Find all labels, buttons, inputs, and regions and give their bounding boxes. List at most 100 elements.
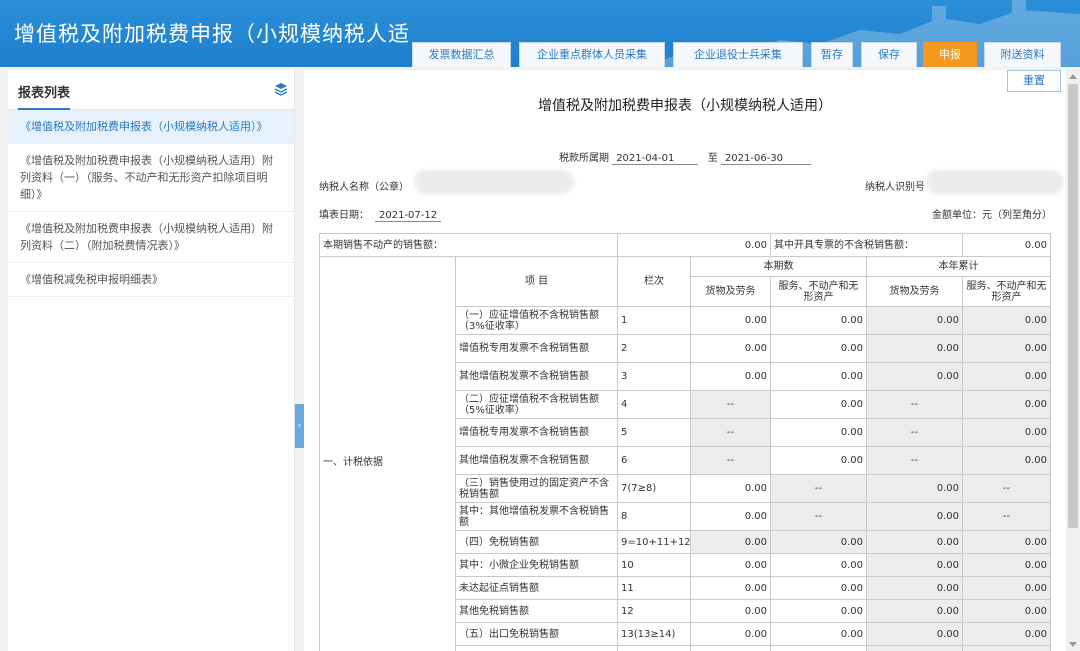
row-item: （四）免税销售额: [455, 530, 618, 554]
row-cell[interactable]: 0.00: [689, 306, 772, 335]
row-col: 13(13≥14): [617, 622, 691, 646]
taxpayer-name-label: 纳税人名称（公章）: [319, 182, 409, 193]
row-cell[interactable]: 0.00: [689, 362, 772, 391]
row-item: 增值税专用发票不含税销售额: [455, 334, 618, 363]
fill-date: 填表日期： 2021-07-12: [319, 206, 442, 222]
row-cell: 0.00: [962, 418, 1052, 447]
row-cell[interactable]: 0.00: [689, 474, 772, 503]
row-item: 其他免税销售额: [455, 599, 618, 623]
row-cell[interactable]: 0.00: [689, 553, 772, 577]
row-cell: --: [689, 390, 772, 419]
fill-date-label: 填表日期：: [319, 210, 369, 221]
row-col: 4: [617, 390, 691, 419]
report-sidebar: 报表列表 《增值税及附加税费申报表（小规模纳税人适用）》 《增值税及附加税费申报…: [8, 70, 295, 651]
header-services-ytd: 服务、不动产和无形资产: [962, 276, 1052, 307]
row-cell[interactable]: 0.00: [770, 622, 868, 646]
row-col: 8: [617, 502, 691, 531]
row-cell: 0.00: [866, 362, 964, 391]
table-header-row: 一、计税依据 项 目 栏次 本期数 本年累计: [319, 256, 1052, 651]
tab-key-group-collection[interactable]: 企业重点群体人员采集: [519, 42, 665, 67]
sidebar-header: 报表列表: [8, 70, 294, 110]
row-item: （一）应征增值税不含税销售额（3%征收率）: [455, 306, 618, 335]
temp-save-button[interactable]: 暂存: [811, 42, 853, 67]
tab-veteran-collection[interactable]: 企业退役士兵采集: [673, 42, 803, 67]
row-cell[interactable]: 0.00: [770, 553, 868, 577]
row-cell[interactable]: 0.00: [770, 390, 868, 419]
row-col: 1: [617, 306, 691, 335]
row-cell: 0.00: [962, 576, 1052, 600]
row-cell[interactable]: 0.00: [770, 599, 868, 623]
row-cell: 0.00: [962, 553, 1052, 577]
top-right-value[interactable]: 0.00: [962, 233, 1052, 257]
taxpayer-id-label: 纳税人识别号: [865, 182, 925, 193]
row-cell: 0.00: [866, 474, 964, 503]
vertical-scrollbar[interactable]: [1066, 70, 1080, 651]
row-cell: 0.00: [962, 334, 1052, 363]
row-cell[interactable]: 0.00: [770, 418, 868, 447]
form-title: 增值税及附加税费申报表（小规模纳税人适用）: [538, 98, 832, 114]
sidebar-item-exemption-detail[interactable]: 《增值税减免税申报明细表》: [8, 263, 294, 297]
tab-invoice-summary[interactable]: 发票数据汇总: [412, 42, 511, 67]
row-cell[interactable]: 0.00: [689, 576, 772, 600]
collapse-sidebar-handle[interactable]: ‹: [295, 404, 304, 448]
row-cell: 0.00: [962, 362, 1052, 391]
row-cell[interactable]: 0.00: [689, 502, 772, 531]
row-cell: --: [962, 502, 1052, 531]
row-cell[interactable]: 0.00: [689, 599, 772, 623]
row-cell: --: [770, 474, 868, 503]
header-services-current: 服务、不动产和无形资产: [770, 276, 868, 307]
row-item: 其中：小微企业免税销售额: [455, 553, 618, 577]
sidebar-item-main-return[interactable]: 《增值税及附加税费申报表（小规模纳税人适用）》: [8, 110, 294, 144]
scroll-up-icon[interactable]: [1069, 74, 1077, 79]
row-cell: --: [689, 418, 772, 447]
row-cell: 0.00: [962, 530, 1052, 554]
sidebar-item-schedule-1[interactable]: 《增值税及附加税费申报表（小规模纳税人适用）附列资料（一）（服务、不动产和无形资…: [8, 144, 294, 212]
row-cell[interactable]: 0.00: [770, 334, 868, 363]
attachments-button[interactable]: 附送资料: [984, 42, 1061, 67]
reset-button[interactable]: 重置: [1007, 70, 1061, 92]
scroll-down-icon[interactable]: [1069, 642, 1077, 647]
header-ytd: 本年累计: [866, 256, 1052, 277]
sidebar-item-schedule-2[interactable]: 《增值税及附加税费申报表（小规模纳税人适用）附列资料（二）（附加税费情况表）》: [8, 212, 294, 263]
layers-icon[interactable]: [274, 82, 288, 96]
fill-date-value: 2021-07-12: [375, 210, 442, 222]
row-cell[interactable]: 0.00: [689, 622, 772, 646]
row-item: 其他增值税发票不含税销售额: [455, 446, 618, 475]
period-end-field: 2021-06-30: [720, 153, 811, 165]
header-col: 栏次: [617, 256, 691, 307]
row-col: 10: [617, 553, 691, 577]
table-row: 本期销售不动产的销售额： 0.00 其中开具专票的不含税销售额： 0.00: [319, 233, 1052, 257]
row-cell: 0.00: [962, 390, 1052, 419]
section-label: 一、计税依据: [319, 256, 456, 651]
row-cell: 0.00: [770, 530, 868, 554]
row-cell-cut: [866, 645, 964, 651]
row-cell: --: [866, 418, 964, 447]
row-item: （五）出口免税销售额: [455, 622, 618, 646]
top-left-value[interactable]: 0.00: [616, 233, 772, 257]
row-col: 11: [617, 576, 691, 600]
row-cell: 0.00: [962, 446, 1052, 475]
taxpayer-name-redacted: [414, 170, 574, 194]
declare-button[interactable]: 申报: [923, 42, 977, 67]
row-col: 6: [617, 446, 691, 475]
header-item: 项 目: [455, 256, 618, 307]
row-item-cut: [455, 645, 618, 651]
top-right-label: 其中开具专票的不含税销售额：: [770, 233, 963, 257]
scrollbar-thumb[interactable]: [1068, 84, 1078, 528]
save-button[interactable]: 保存: [861, 42, 917, 67]
row-item: （三）销售使用过的固定资产不含税销售额: [455, 474, 618, 503]
row-cell: 0.00: [866, 530, 964, 554]
row-col: 2: [617, 334, 691, 363]
row-cell[interactable]: 0.00: [770, 306, 868, 335]
row-cell[interactable]: 0.00: [770, 576, 868, 600]
row-cell: 0.00: [866, 334, 964, 363]
row-cell[interactable]: 0.00: [689, 334, 772, 363]
row-cell-cut: [689, 645, 772, 651]
row-cell-cut: [962, 645, 1052, 651]
sidebar-title: 报表列表: [18, 82, 71, 110]
row-col-cut: [617, 645, 691, 651]
row-cell: 0.00: [866, 576, 964, 600]
row-cell: --: [962, 474, 1052, 503]
row-cell[interactable]: 0.00: [770, 446, 868, 475]
row-cell[interactable]: 0.00: [770, 362, 868, 391]
